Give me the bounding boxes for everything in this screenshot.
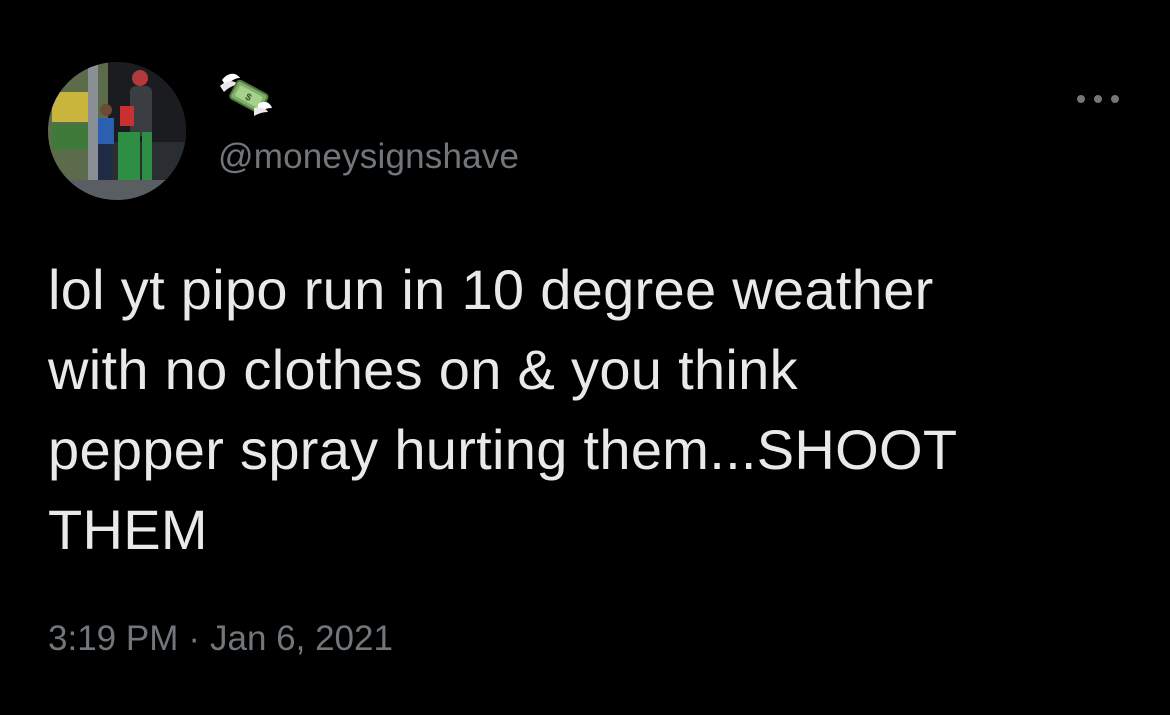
avatar-photo [48,62,186,200]
money-with-wings-icon: $ [220,73,272,116]
avatar[interactable] [48,62,186,200]
tweet-card: $ @moneysignshave lol yt pipo run in 10 … [0,0,1170,715]
tweet-date[interactable]: Jan 6, 2021 [210,617,393,661]
tweet-time[interactable]: 3:19 PM [48,617,178,661]
tweet-metadata: 3:19 PM · Jan 6, 2021 [48,617,393,661]
display-name[interactable]: $ [218,68,274,118]
tweet-text: lol yt pipo run in 10 degree weather wit… [48,258,958,561]
meta-separator: · [188,619,201,658]
more-options-button[interactable] [1068,84,1128,114]
more-options-icon [1077,95,1119,103]
author-handle[interactable]: @moneysignshave [218,136,519,178]
